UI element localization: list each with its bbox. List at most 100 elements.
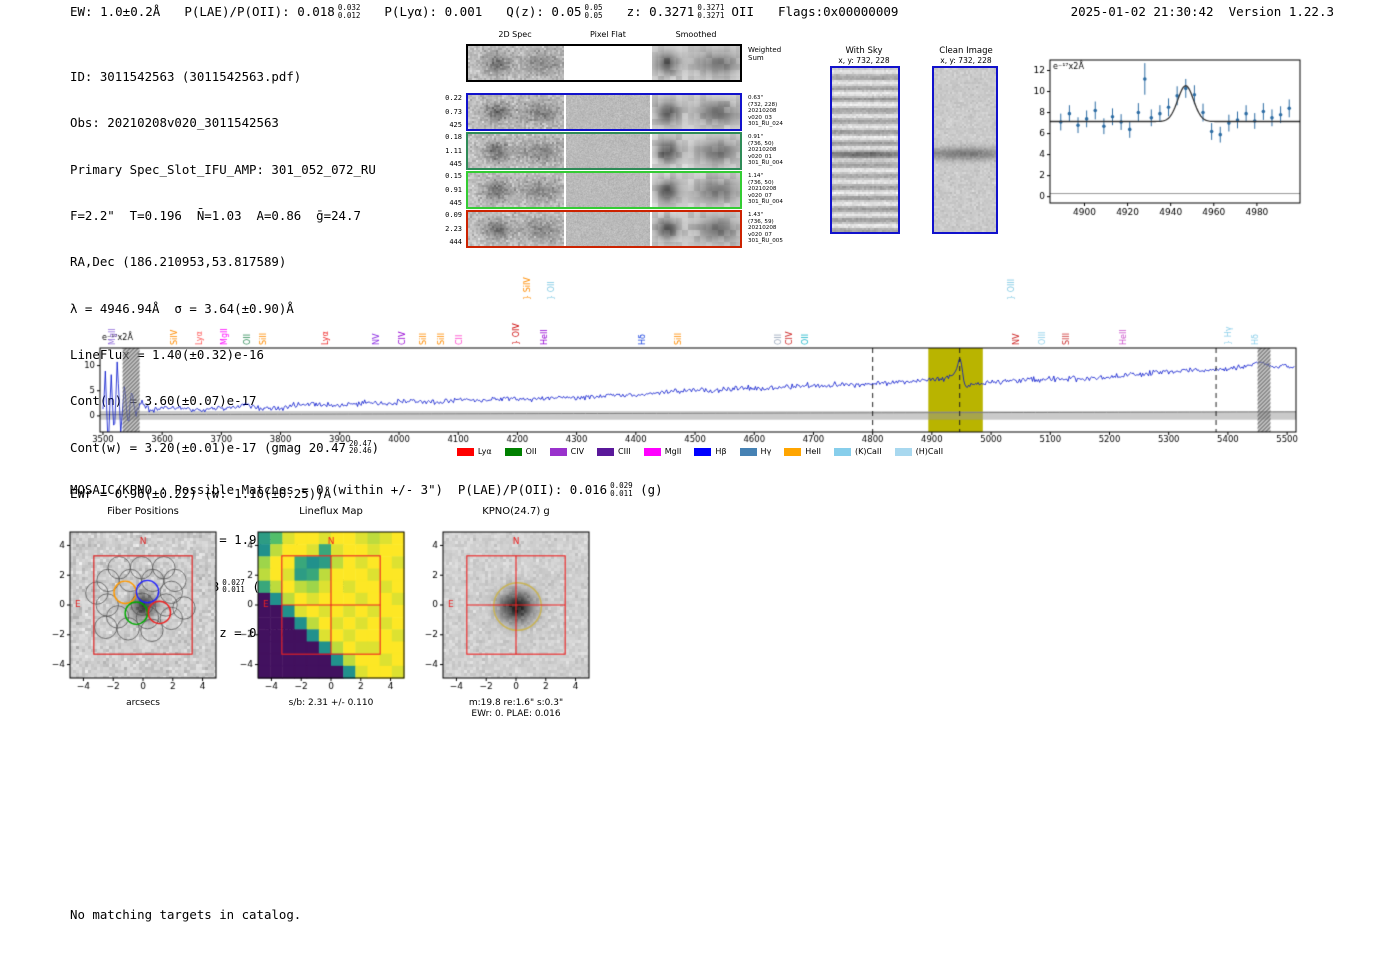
legend-swatch [894, 447, 912, 456]
clean-image-panel-title: Clean Image x, y: 732, 228 [924, 46, 1008, 65]
legend-label: Hβ [715, 447, 727, 456]
kpno-xlabel-line1: m:19.8 re:1.6" s:0.3" [468, 698, 564, 708]
legend-item: OII [504, 447, 537, 456]
fiber-detail-line: 0.91" [748, 134, 764, 140]
fiber-cutout-row-1 [466, 93, 742, 131]
header-plae-uncertainty: 0.032 0.012 [338, 4, 361, 20]
legend-swatch [456, 447, 474, 456]
fiber-weight-value: 0.91 [445, 185, 462, 194]
fiber-weight-value: 445 [449, 160, 462, 168]
clean-image-coords: x, y: 732, 228 [940, 56, 992, 65]
column-header-smoothed: Smoothed [675, 30, 717, 39]
fiber-detail-line: 1.43" [748, 212, 764, 218]
clean-image-frame [932, 66, 998, 234]
weighted-sum-row [466, 44, 742, 82]
pixel-flat-image [566, 134, 650, 168]
with-sky-image [832, 68, 898, 232]
full-spectrum-plot [60, 258, 1340, 450]
header-flags: Flags:0x00000009 [777, 4, 899, 20]
2d-spec-image [468, 173, 564, 207]
fiber-weight-value: 0.09 [445, 211, 462, 219]
legend-label: (H)CaII [915, 447, 944, 456]
fiber-weight-value: 0.18 [445, 133, 462, 141]
legend-label: HeII [805, 447, 821, 456]
emission-line-fit-plot [1008, 46, 1328, 222]
header-redshift: z: 0.3271 0.3271 0.3271 OII [627, 4, 754, 20]
2d-spec-image [468, 95, 564, 129]
fiber-detail-label: 1.14" (736, 50) 20210208 v020_07 301_RU_004 [748, 173, 783, 206]
fiber-detail-line: Sum [748, 54, 764, 62]
2d-spec-image [468, 46, 564, 80]
legend-swatch [833, 447, 851, 456]
column-header-2d-spec: 2D Spec [498, 30, 532, 39]
fiber-detail-line: 301_RU_024 [748, 121, 783, 128]
fiber-positions-plot [34, 520, 234, 696]
fiber-detail-line: (736, 50) [748, 179, 774, 186]
legend-item: MgII [643, 447, 681, 456]
legend-label: Hγ [760, 447, 772, 456]
legend-label: Lyα [477, 447, 492, 456]
legend-item: CIV [549, 447, 585, 456]
info-photometry: F=2.2" T=0.196 N̄=1.03 A=0.86 ḡ=24.7 [70, 207, 361, 223]
legend-swatch [739, 447, 757, 456]
mosaic-uncertainty: 0.029 0.011 [610, 482, 633, 498]
fiber-detail-label: 1.43" (736, 59) 20210208 v020_07 301_RU_005 [748, 212, 783, 245]
legend-swatch [694, 447, 712, 456]
info-spec-slot: Primary Spec_Slot_IFU_AMP: 301_052_072_R… [70, 161, 376, 177]
uncertainty-lower: 0.011 [610, 488, 633, 498]
with-sky-title: With Sky [845, 46, 883, 56]
column-header-pixel-flat: Pixel Flat [590, 30, 626, 39]
legend-label: CIV [570, 447, 585, 456]
pixel-flat-image [566, 173, 650, 207]
mosaic-post: (g) [632, 482, 663, 498]
fiber-detail-line: 20210208 [748, 186, 777, 193]
header-ew: EW: 1.0±0.2Å [70, 4, 161, 20]
legend-swatch [597, 447, 615, 456]
fiber-weight-value: 445 [449, 199, 462, 207]
fiber-weight-labels: 0.15 0.91 445 [440, 173, 462, 207]
smoothed-image [652, 173, 740, 207]
clean-image-title: Clean Image [939, 46, 993, 56]
info-id: ID: 3011542563 (3011542563.pdf) [70, 68, 302, 84]
pixel-flat-image [566, 95, 650, 129]
with-sky-panel-title: With Sky x, y: 732, 228 [822, 46, 906, 65]
lineflux-map-title: Lineflux Map [299, 506, 363, 517]
fiber-detail-label: 0.63" (732, 228) 20210208 v020_03 301_RU_024 [748, 95, 783, 128]
mosaic-kpno-summary: MOSAIC/KPNO : Possible Matches = 0 (with… [70, 482, 663, 498]
header-plae-poii: P(LAE)/P(OII): 0.018 0.032 0.012 [184, 4, 360, 20]
uncertainty-lower: 0.3271 [697, 10, 725, 20]
fiber-detail-line: 301_RU_005 [748, 238, 783, 245]
fiber-detail-line: 0.63" [748, 95, 764, 101]
with-sky-frame [830, 66, 900, 234]
header-timestamp: 2025-01-02 21:30:42 Version 1.22.3 [1070, 4, 1334, 19]
fiber-detail-line: 301_RU_004 [748, 160, 783, 167]
fiber-weight-value: 0.22 [445, 94, 462, 102]
legend-item: (K)CaII [833, 447, 882, 456]
kpno-cutout-xlabel: m:19.8 re:1.6" s:0.3" EWr: 0. PLAE: 0.01… [416, 698, 616, 720]
fiber-detail-line: v020_03 [748, 114, 772, 121]
legend-swatch [643, 447, 661, 456]
fiber-weight-value: 1.11 [445, 146, 462, 155]
smoothed-image [652, 95, 740, 129]
header-z-value: z: 0.3271 [626, 4, 695, 20]
fiber-weight-value: 0.15 [445, 172, 462, 180]
fiber-detail-line: (732, 228) [748, 101, 778, 108]
legend-item: Hγ [739, 447, 772, 456]
fiber-cutout-row-3 [466, 171, 742, 209]
fiber-cutout-row-4 [466, 210, 742, 248]
smoothed-image [652, 212, 740, 246]
fiber-detail-line: 301_RU_004 [748, 199, 783, 206]
legend-label: OII [525, 447, 537, 456]
legend-item: Hβ [694, 447, 727, 456]
fiber-detail-line: 1.14" [748, 173, 764, 179]
spectrum-legend: Lyα OII CIV CIII MgII Hβ Hγ HeII (K)CaII (H)CaII [60, 447, 1340, 456]
fiber-weight-labels: 0.09 2.23 444 [440, 212, 462, 246]
header-plae-value: P(LAE)/P(OII): 0.018 [184, 4, 335, 20]
smoothed-image [652, 134, 740, 168]
2d-spec-image [468, 134, 564, 168]
fiber-positions-title: Fiber Positions [107, 506, 179, 517]
clean-image [934, 68, 996, 232]
header-z-line-id: OII [731, 4, 754, 20]
kpno-cutout-title: KPNO(24.7) g [482, 506, 550, 517]
legend-item: CIII [597, 447, 631, 456]
